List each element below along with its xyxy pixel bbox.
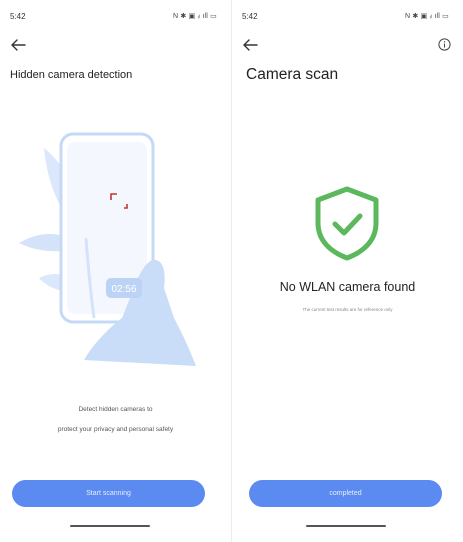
- status-bar: 5:42 N ✱ ▣ ᵢₗ ıll ▭: [242, 12, 449, 24]
- arrow-left-icon[interactable]: [242, 38, 258, 52]
- hidden-camera-detection-screen: 5:42 N ✱ ▣ ᵢₗ ıll ▭ Hidden camera detect…: [0, 0, 231, 542]
- info-icon[interactable]: [438, 38, 451, 51]
- status-icons: N ✱ ▣ ᵢₗ ıll ▭: [405, 13, 449, 20]
- page-title: Hidden camera detection: [10, 69, 133, 81]
- result-subtitle: The current test results are for referen…: [302, 307, 393, 312]
- arrow-left-icon[interactable]: [10, 38, 26, 52]
- shield-check-icon: [315, 186, 379, 261]
- description-line-2: protect your privacy and personal safety: [57, 426, 174, 433]
- home-indicator[interactable]: [306, 525, 386, 527]
- completed-button[interactable]: completed: [249, 480, 442, 507]
- status-bar: 5:42 N ✱ ▣ ᵢₗ ıll ▭: [10, 12, 217, 24]
- page-title: Camera scan: [246, 66, 339, 83]
- timer-label: 02:56: [111, 284, 136, 295]
- status-icons: N ✱ ▣ ᵢₗ ıll ▭: [173, 13, 217, 20]
- status-time: 5:42: [10, 12, 26, 21]
- camera-detection-illustration: 02:56: [19, 132, 196, 366]
- description-line-1: Detect hidden cameras to: [78, 406, 153, 413]
- start-scanning-button[interactable]: Start scanning: [12, 480, 205, 507]
- status-time: 5:42: [242, 12, 258, 21]
- home-indicator[interactable]: [70, 525, 150, 527]
- camera-scan-screen: 5:42 N ✱ ▣ ᵢₗ ıll ▭ Camera scan No WLAN …: [232, 0, 463, 542]
- result-title: No WLAN camera found: [279, 280, 416, 294]
